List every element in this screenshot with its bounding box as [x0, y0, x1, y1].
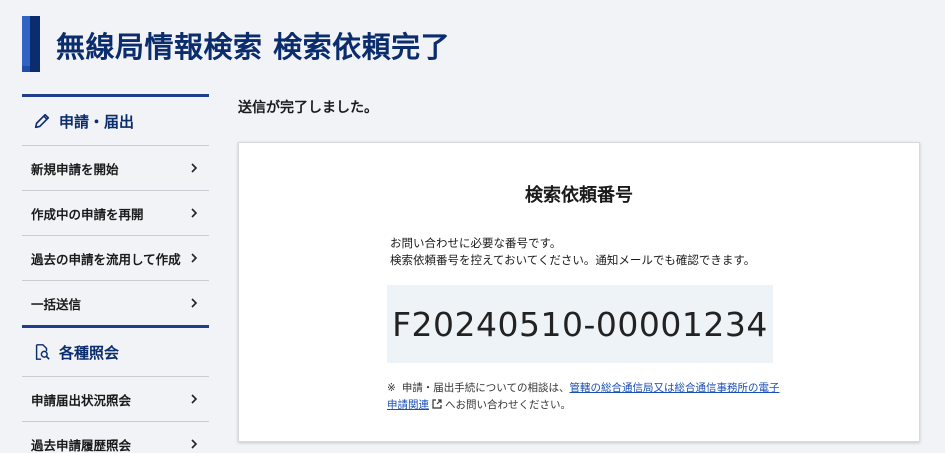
sent-message: 送信が完了しました。	[238, 100, 378, 116]
sidebar-section-title: 申請・届出	[59, 112, 135, 131]
search-document-icon	[35, 344, 50, 360]
title-accent-bar	[22, 16, 40, 72]
chevron-right-icon	[191, 208, 198, 218]
sidebar-item-new-application[interactable]: 新規申請を開始	[22, 145, 209, 190]
request-number: F20240510-00001234	[387, 285, 773, 363]
sidebar-section-application: 申請・届出	[22, 94, 209, 145]
chevron-right-icon	[191, 298, 198, 308]
sidebar-item-reuse-past[interactable]: 過去の申請を流用して作成	[22, 235, 209, 280]
header: 無線局情報検索 検索依頼完了	[0, 0, 945, 80]
external-link-icon	[432, 399, 442, 409]
card-title: 検索依頼番号	[525, 185, 633, 206]
chevron-right-icon	[191, 163, 198, 173]
page: 無線局情報検索 検索依頼完了 申請・届出 新規申請を開始 作成中の申請を再開 過…	[0, 0, 945, 453]
pencil-icon	[34, 113, 50, 129]
request-number-card: 検索依頼番号 お問い合わせに必要な番号です。 検索依頼番号を控えておいてください…	[238, 142, 920, 442]
chevron-right-icon	[191, 394, 198, 404]
sidebar-item-bulk-send[interactable]: 一括送信	[22, 280, 209, 325]
page-title: 無線局情報検索 検索依頼完了	[56, 30, 451, 64]
sidebar-section-inquiry: 各種照会	[22, 325, 209, 376]
chevron-right-icon	[191, 253, 198, 263]
sidebar-item-history-inquiry[interactable]: 過去申請履歴照会	[22, 421, 209, 453]
sidebar: 申請・届出 新規申請を開始 作成中の申請を再開 過去の申請を流用して作成 一括送…	[22, 94, 209, 453]
sidebar-section-title: 各種照会	[59, 343, 120, 362]
consultation-note: ※ 申請・届出手続についての相談は、管轄の総合通信局又は総合通信事務所の電子申請関…	[387, 382, 780, 411]
sidebar-item-resume-draft[interactable]: 作成中の申請を再開	[22, 190, 209, 235]
card-description: お問い合わせに必要な番号です。 検索依頼番号を控えておいてください。通知メールで…	[390, 236, 756, 267]
chevron-right-icon	[191, 439, 198, 449]
sidebar-item-status-inquiry[interactable]: 申請届出状況照会	[22, 376, 209, 421]
